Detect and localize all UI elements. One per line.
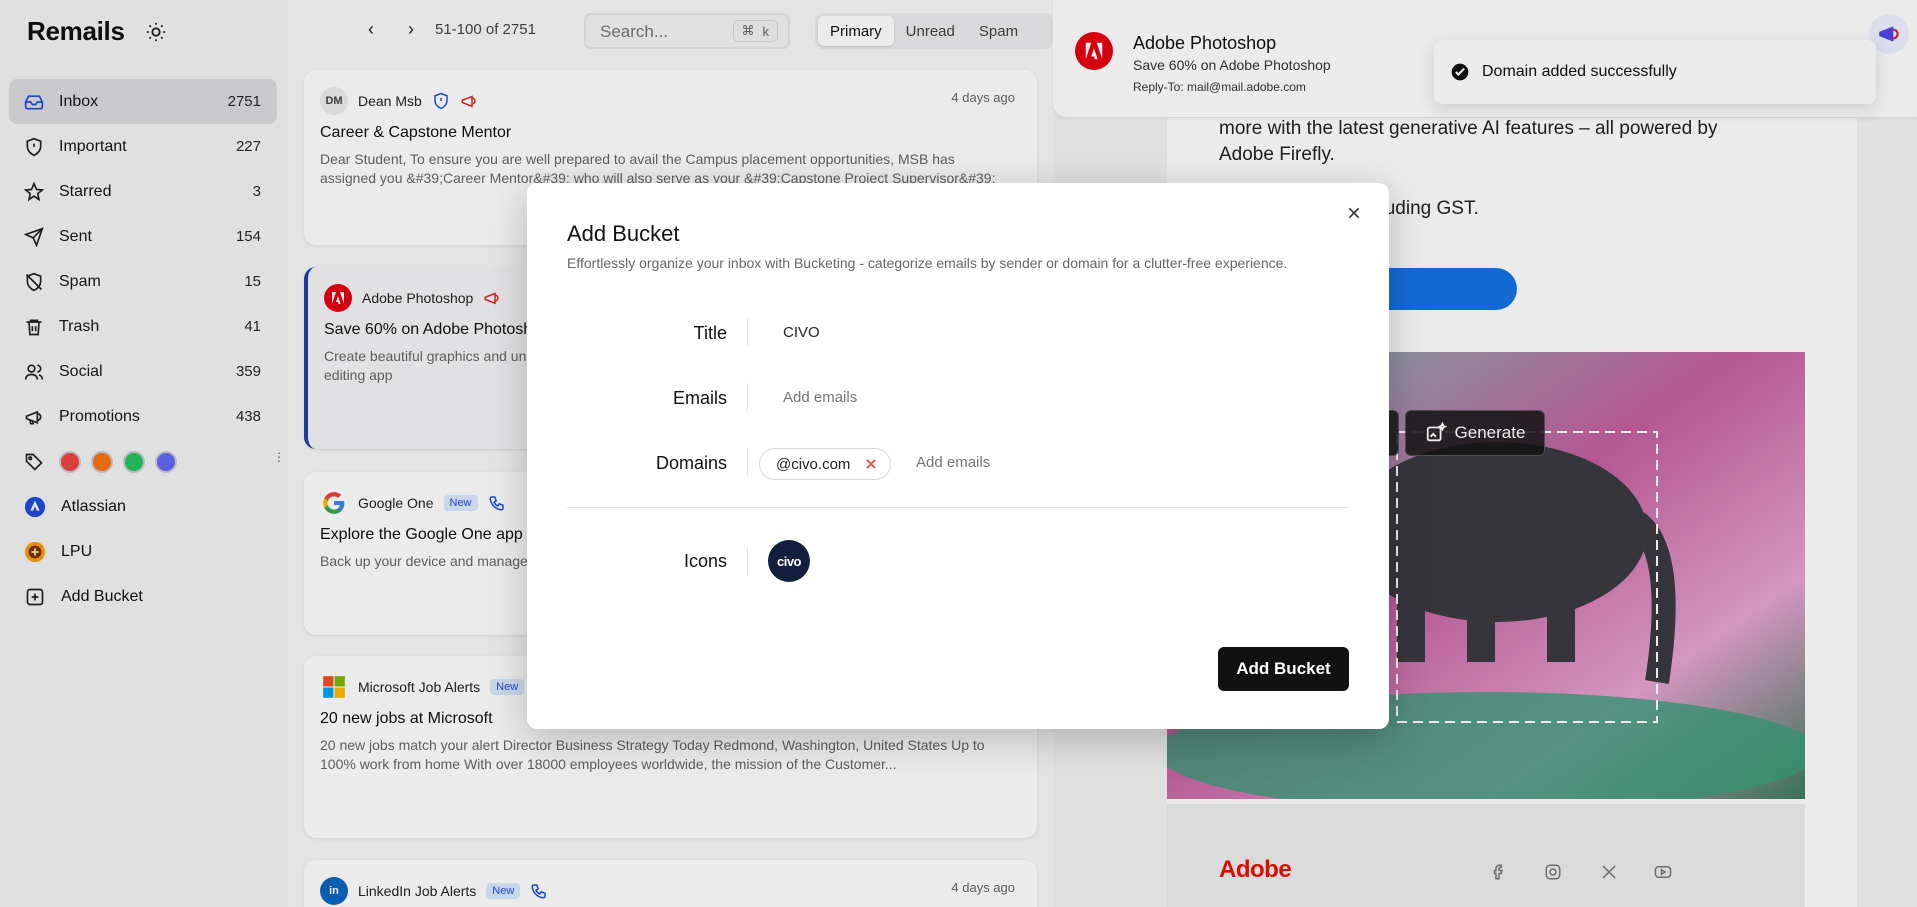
domains-label: Domains bbox=[655, 453, 727, 473]
dialog-title: Add Bucket bbox=[567, 221, 680, 246]
close-button[interactable] bbox=[1343, 202, 1365, 224]
domains-input[interactable] bbox=[916, 454, 1116, 471]
emails-label: Emails bbox=[672, 388, 727, 408]
divider bbox=[747, 547, 748, 575]
icons-label: Icons bbox=[683, 551, 727, 571]
civo-logo-icon[interactable]: civo bbox=[768, 540, 810, 582]
add-bucket-dialog: Add Bucket Effortlessly organize your in… bbox=[527, 183, 1389, 729]
domain-chip-label: @civo.com bbox=[776, 455, 851, 473]
divider bbox=[747, 383, 748, 411]
title-input[interactable] bbox=[783, 324, 1083, 341]
domain-chip: @civo.com bbox=[759, 448, 892, 480]
divider bbox=[567, 507, 1349, 508]
divider bbox=[747, 448, 748, 476]
divider bbox=[747, 318, 748, 346]
dialog-subtitle: Effortlessly organize your inbox with Bu… bbox=[567, 255, 1288, 271]
close-icon bbox=[1348, 207, 1360, 219]
emails-input[interactable] bbox=[783, 389, 1083, 406]
add-bucket-submit-button[interactable]: Add Bucket bbox=[1218, 647, 1349, 691]
title-label: Title bbox=[693, 323, 727, 343]
remove-chip-icon[interactable] bbox=[864, 457, 878, 471]
